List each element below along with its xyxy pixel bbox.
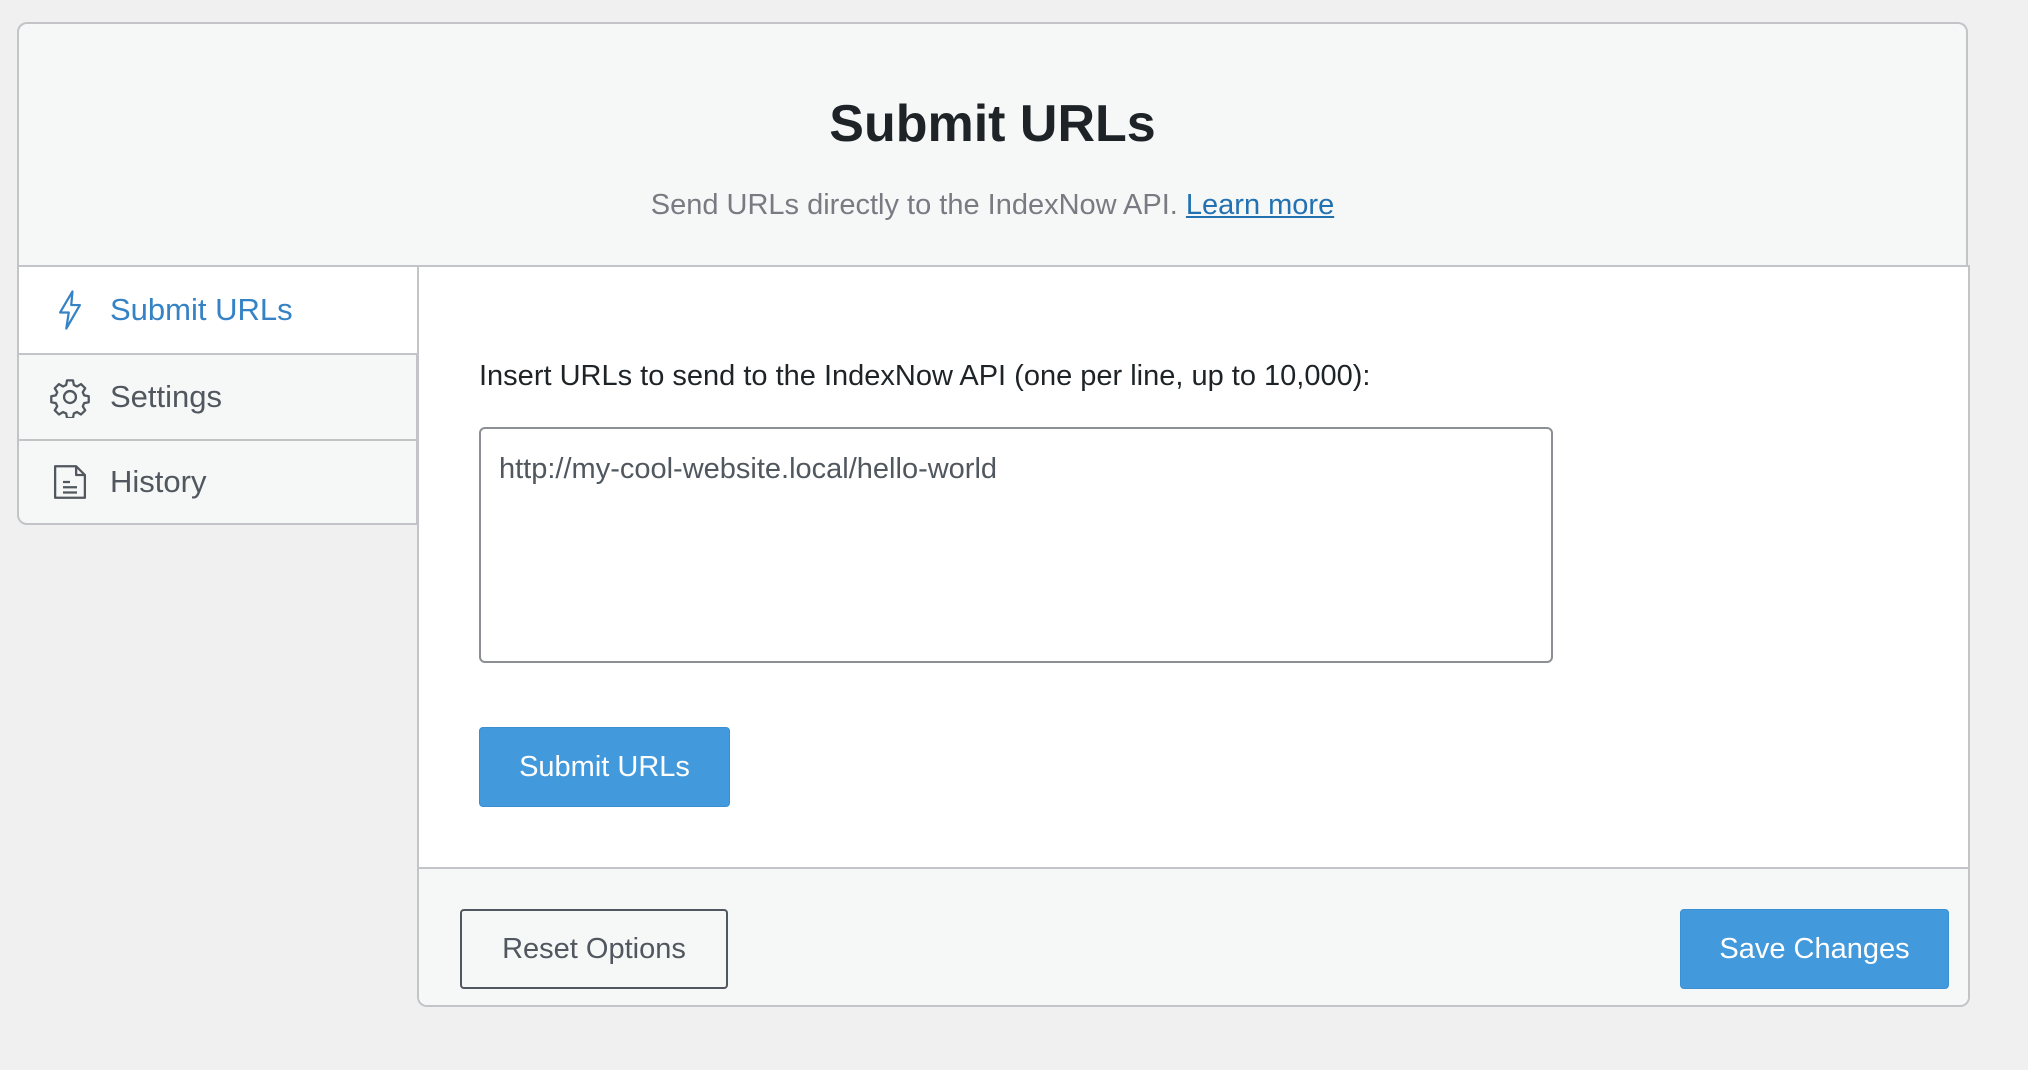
settings-footer: Reset Options Save Changes: [419, 867, 1968, 1005]
tab-submit-urls[interactable]: Submit URLs: [17, 267, 418, 353]
lightning-icon: [49, 289, 91, 331]
settings-panel: Submit URLs Send URLs directly to the In…: [17, 22, 1970, 1007]
tab-history[interactable]: History: [17, 439, 418, 525]
tab-list: Submit URLs Settings History: [17, 267, 418, 525]
submit-urls-button[interactable]: Submit URLs: [479, 727, 730, 807]
save-changes-button[interactable]: Save Changes: [1680, 909, 1949, 989]
reset-options-button[interactable]: Reset Options: [460, 909, 728, 989]
page-header: Submit URLs Send URLs directly to the In…: [17, 22, 1968, 265]
gear-icon: [49, 376, 91, 418]
page-subtitle: Send URLs directly to the IndexNow API. …: [19, 189, 1966, 222]
tab-settings-label: Settings: [110, 379, 223, 414]
tab-submit-urls-label: Submit URLs: [110, 292, 293, 327]
tab-content: Insert URLs to send to the IndexNow API …: [417, 267, 1970, 1007]
tab-history-label: History: [110, 464, 207, 499]
urls-textarea[interactable]: [479, 427, 1553, 663]
tab-settings[interactable]: Settings: [17, 353, 418, 439]
document-icon: [49, 461, 91, 503]
learn-more-link[interactable]: Learn more: [1186, 189, 1334, 221]
page-subtitle-text: Send URLs directly to the IndexNow API.: [650, 189, 1178, 221]
urls-field-label: Insert URLs to send to the IndexNow API …: [479, 360, 1371, 392]
page-title: Submit URLs: [829, 95, 1156, 153]
